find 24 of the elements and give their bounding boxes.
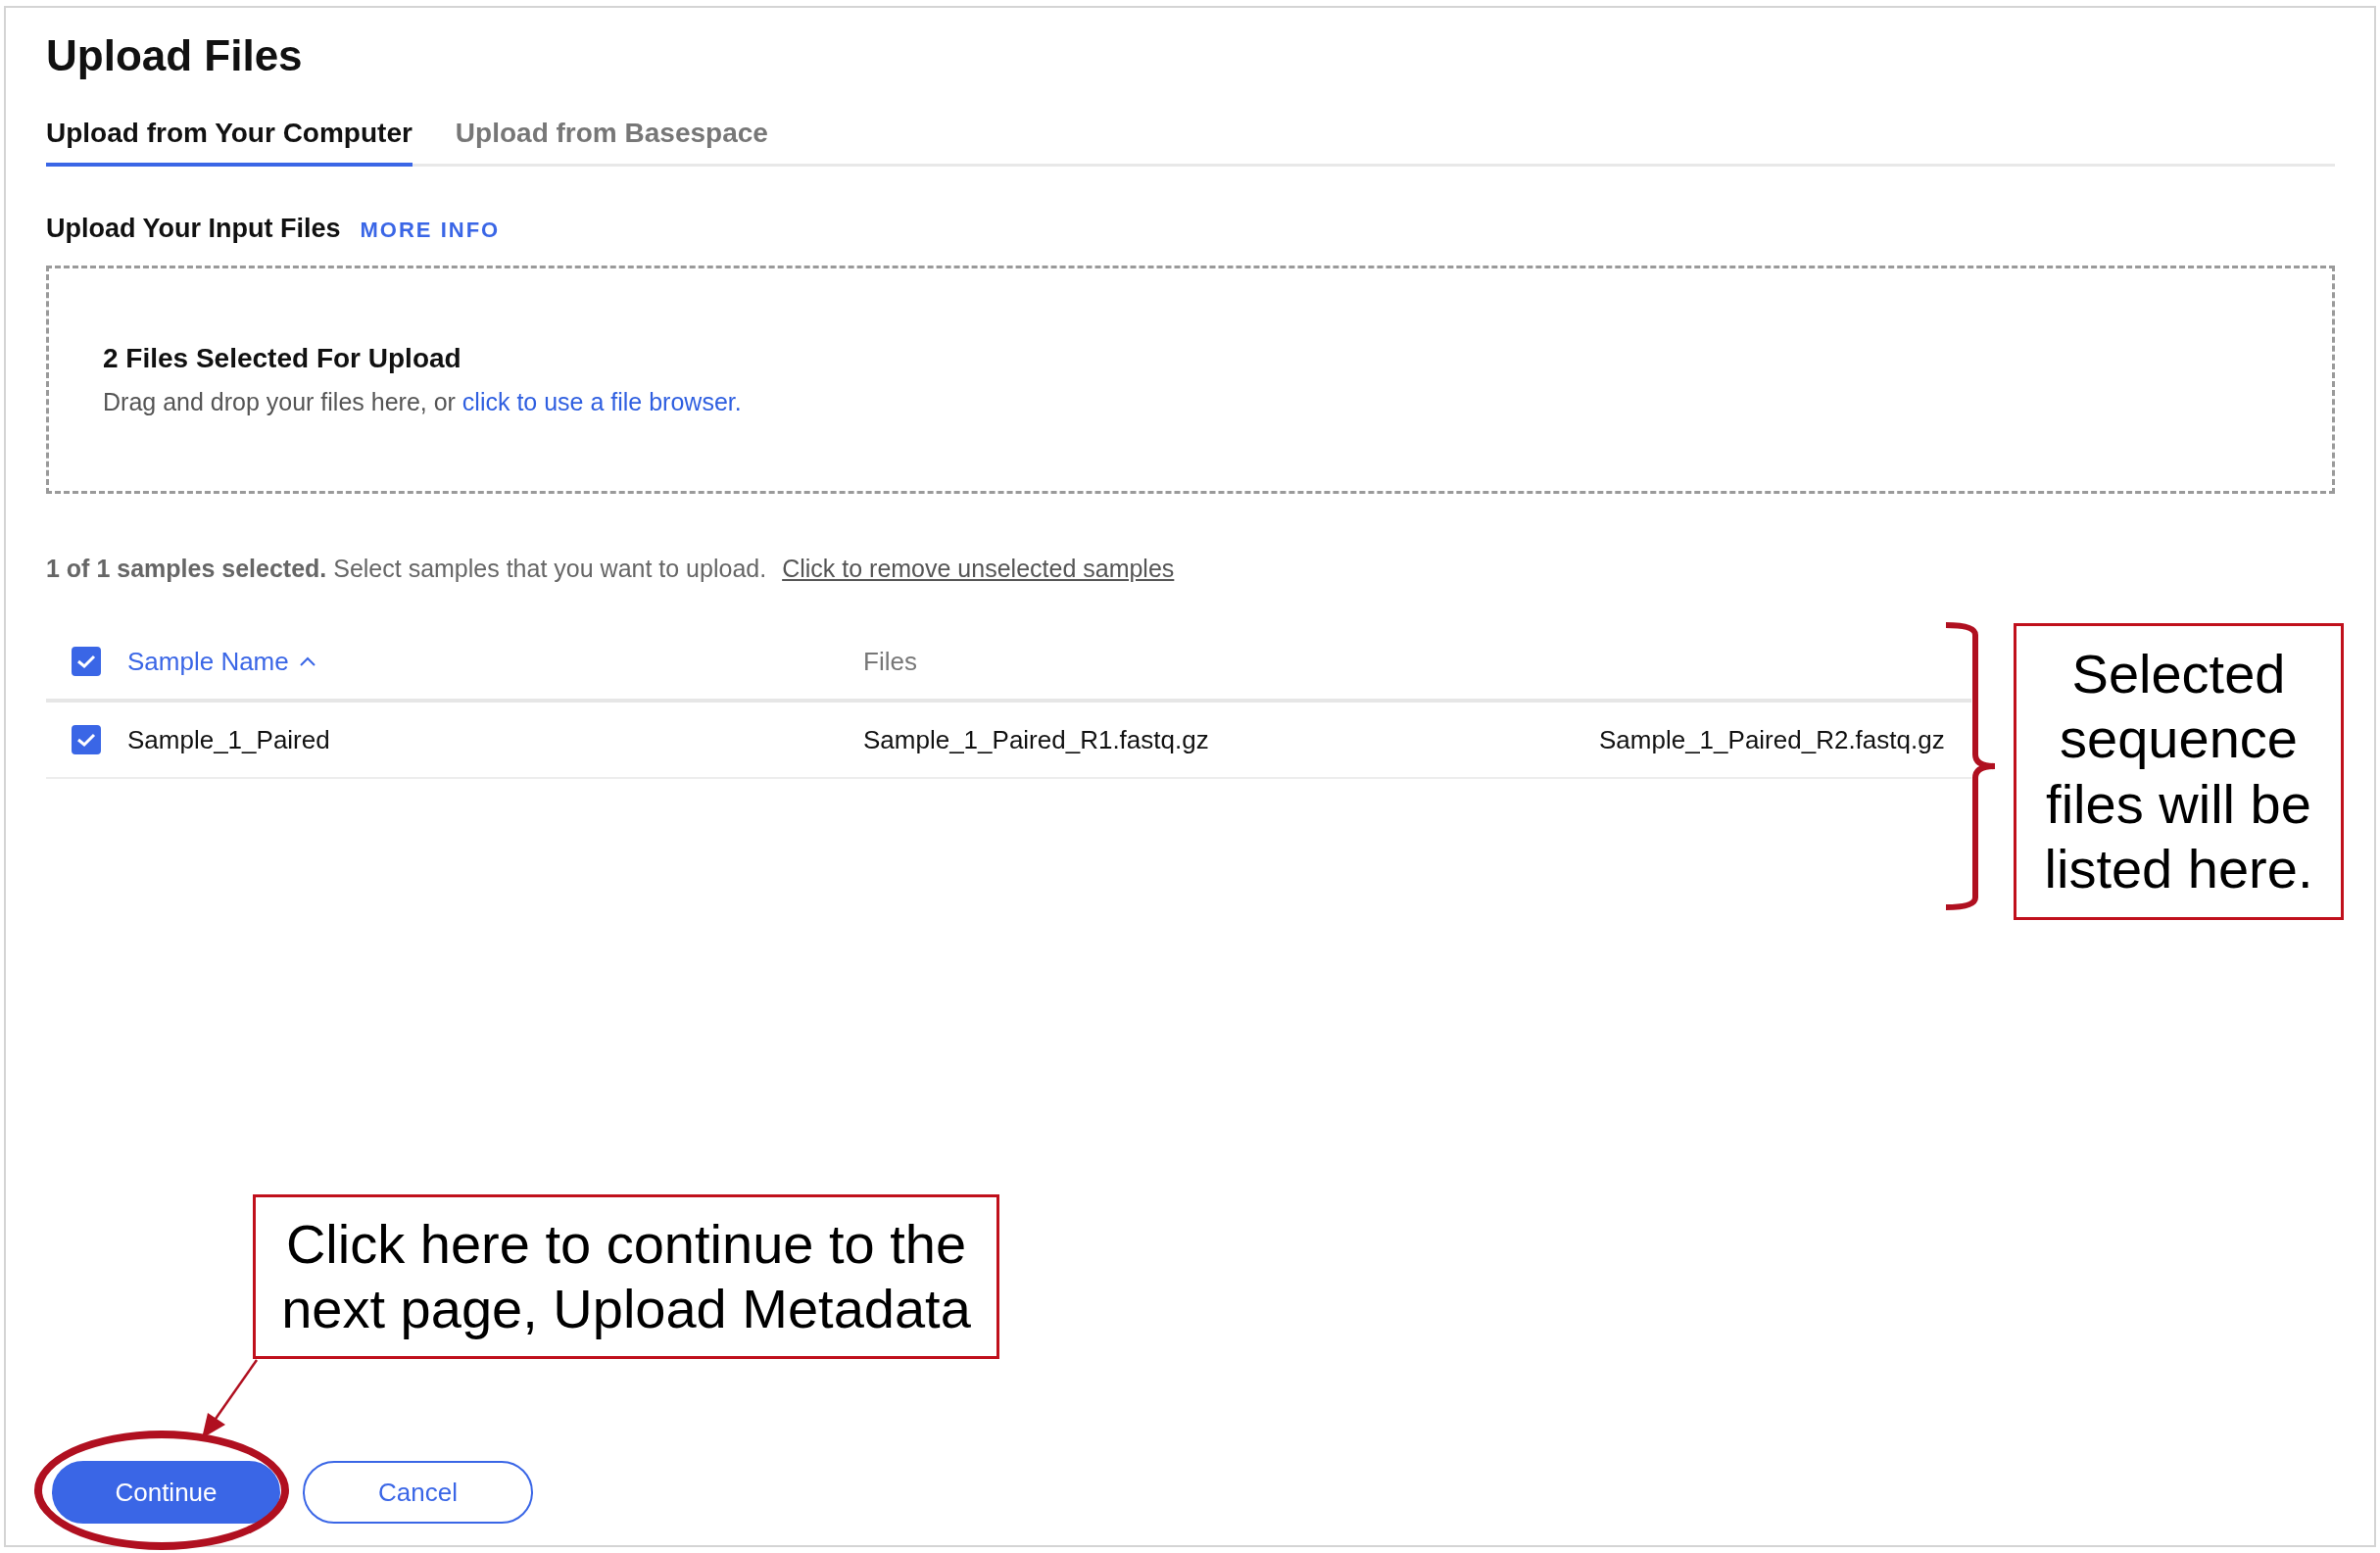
column-header: Files <box>863 646 917 677</box>
checkbox[interactable] <box>72 725 101 754</box>
checkmark-icon <box>76 654 96 669</box>
section-label: Upload Your Input Files <box>46 214 341 244</box>
file-browser-link[interactable]: click to use a file browser. <box>461 388 742 415</box>
more-info-link[interactable]: MORE INFO <box>360 218 501 243</box>
page-title: Upload Files <box>46 31 303 80</box>
checkmark-icon <box>76 732 96 748</box>
dropzone-text: Drag and drop your files here, or click to use a file browser. <box>103 388 742 416</box>
selection-summary: 1 of 1 samples selected. Select samples that you want to upload. <box>46 555 767 583</box>
table-cell: Sample_1_Paired <box>127 724 330 755</box>
continue-button[interactable]: Continue <box>52 1461 280 1524</box>
tab[interactable]: Upload from Basespace <box>455 118 768 167</box>
callout-box: Selected sequence files will be listed here. <box>2014 623 2344 920</box>
table-cell: Sample_1_Paired_R2.fastq.gz <box>1599 724 1945 755</box>
column-header[interactable]: Sample Name <box>127 646 316 677</box>
cancel-button[interactable]: Cancel <box>303 1461 533 1524</box>
tab[interactable]: Upload from Your Computer <box>46 118 413 167</box>
dropzone[interactable]: 2 Files Selected For Upload Drag and drop your files here, or click to use a file browser. <box>46 266 2335 494</box>
dropzone-heading: 2 Files Selected For Upload <box>103 343 461 374</box>
callout-box: Click here to continue to the next page, Upload Metadata <box>253 1194 999 1359</box>
remove-unselected-link[interactable]: Click to remove unselected samples <box>782 555 1175 583</box>
checkbox[interactable] <box>72 647 101 676</box>
table-cell: Sample_1_Paired_R1.fastq.gz <box>863 724 1209 755</box>
